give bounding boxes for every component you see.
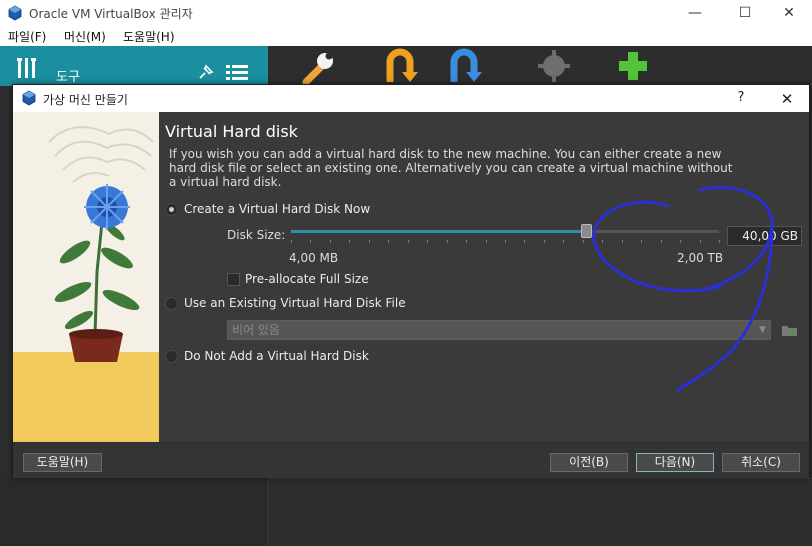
- slider-min-label: 4,00 MB: [289, 251, 339, 265]
- wizard-illustration: [13, 112, 159, 442]
- existing-disk-radio[interactable]: [165, 297, 178, 310]
- preallocate-label[interactable]: Pre-allocate Full Size: [245, 272, 369, 286]
- slider-tick: [466, 240, 468, 243]
- disk-size-input[interactable]: 40,00 GB: [727, 226, 802, 246]
- slider-tick: [427, 240, 429, 243]
- create-disk-label[interactable]: Create a Virtual Hard Disk Now: [184, 202, 370, 216]
- slider-tick: [680, 240, 682, 243]
- help-context-button[interactable]: ?: [731, 90, 751, 105]
- no-disk-radio[interactable]: [165, 350, 178, 363]
- menu-bar: 파일(F) 머신(M) 도움말(H): [0, 26, 812, 46]
- preallocate-checkbox[interactable]: [227, 273, 240, 286]
- create-vm-dialog: 가상 머신 만들기 ? ✕ Virtual Hard disk If you w…: [12, 84, 810, 478]
- close-dialog-button[interactable]: ✕: [765, 87, 809, 111]
- slider-fill: [291, 230, 587, 233]
- dialog-title: 가상 머신 만들기: [43, 93, 128, 107]
- tools-label: 도구: [56, 70, 80, 85]
- list-menu-icon[interactable]: [226, 64, 248, 82]
- slider-tick: [543, 240, 545, 243]
- page-description: If you wish you can add a virtual hard d…: [169, 147, 733, 189]
- tools-panel[interactable]: 도구: [0, 46, 268, 86]
- start-arrow-icon[interactable]: [446, 48, 482, 84]
- minimize-button[interactable]: —: [672, 0, 718, 26]
- tools-icon: [17, 58, 36, 78]
- slider-tick: [524, 240, 526, 243]
- menu-help[interactable]: 도움말(H): [123, 28, 175, 45]
- slider-max-label: 2,00 TB: [677, 251, 724, 265]
- slider-tick: [388, 240, 390, 243]
- slider-tick: [505, 240, 506, 243]
- window-title: Oracle VM VirtualBox 관리자: [29, 7, 193, 21]
- dialog-titlebar: 가상 머신 만들기 ? ✕: [13, 85, 809, 112]
- slider-tick: [641, 240, 643, 243]
- slider-tick: [563, 240, 565, 243]
- slider-tick: [660, 240, 662, 243]
- maximize-button[interactable]: ☐: [722, 0, 768, 26]
- disk-size-label: Disk Size:: [227, 228, 286, 242]
- slider-tick: [602, 240, 604, 243]
- create-disk-radio[interactable]: [165, 203, 178, 216]
- details-pane: [269, 478, 812, 546]
- slider-tick: [329, 240, 331, 243]
- slider-tick: [621, 240, 623, 243]
- slider-tick: [349, 240, 351, 243]
- existing-disk-placeholder: 비어 있음: [232, 323, 280, 337]
- chevron-down-icon: ▼: [759, 325, 766, 335]
- slider-tick: [310, 240, 312, 243]
- back-button[interactable]: 이전(B): [550, 453, 628, 472]
- page-heading: Virtual Hard disk: [165, 122, 298, 141]
- disk-size-slider[interactable]: [291, 224, 719, 238]
- existing-disk-label[interactable]: Use an Existing Virtual Hard Disk File: [184, 296, 406, 310]
- slider-tick: [719, 240, 720, 243]
- slider-handle[interactable]: [581, 224, 593, 238]
- cancel-button[interactable]: 취소(C): [722, 453, 800, 472]
- slider-tick: [291, 240, 292, 243]
- virtualbox-logo-icon: [8, 5, 22, 21]
- dialog-button-bar: 도움말(H) 이전(B) 다음(N) 취소(C): [13, 442, 809, 478]
- next-button[interactable]: 다음(N): [636, 453, 714, 472]
- slider-tick: [582, 240, 584, 243]
- pin-icon[interactable]: [196, 62, 216, 82]
- settings-wrench-icon[interactable]: [300, 48, 336, 84]
- window-titlebar: Oracle VM VirtualBox 관리자 — ☐ ✕: [0, 0, 812, 26]
- no-disk-label[interactable]: Do Not Add a Virtual Hard Disk: [184, 349, 369, 363]
- slider-tick: [407, 240, 409, 243]
- add-plus-icon[interactable]: [615, 48, 651, 84]
- slider-tick: [368, 240, 370, 243]
- virtualbox-logo-icon: [22, 90, 36, 106]
- discard-state-icon[interactable]: [382, 48, 418, 84]
- folder-browse-icon: [782, 326, 797, 336]
- slider-tick: [485, 240, 487, 243]
- menu-file[interactable]: 파일(F): [8, 28, 46, 45]
- help-button[interactable]: 도움말(H): [23, 453, 102, 472]
- slider-tick: [699, 240, 701, 243]
- close-window-button[interactable]: ✕: [766, 0, 812, 26]
- slider-ticks: [291, 240, 720, 244]
- slider-tick: [446, 240, 448, 243]
- machine-list-sidebar: [0, 478, 268, 546]
- existing-disk-select: 비어 있음 ▼: [227, 320, 771, 340]
- menu-machine[interactable]: 머신(M): [64, 28, 106, 45]
- machine-gear-icon: [538, 50, 570, 82]
